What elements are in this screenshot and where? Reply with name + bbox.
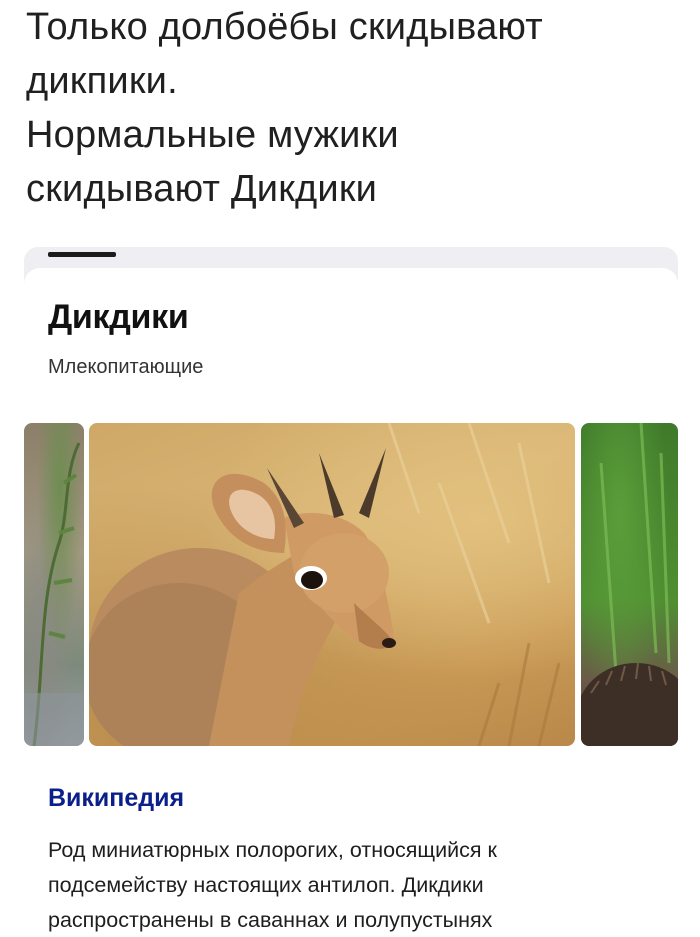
description-line: распространены в саваннах и полупустынях [48,908,493,932]
carousel-image-left[interactable] [24,423,84,746]
carousel-image-right[interactable] [581,423,678,746]
carousel-image-main[interactable] [89,423,575,746]
post-text-line: дикпики. [26,60,178,102]
wikipedia-source-link[interactable]: Википедия [48,784,184,813]
post-text-line: скидывают Дикдики [26,168,378,210]
post-text-line: Нормальные мужики [26,114,399,156]
card-tab-indicator [48,252,116,257]
dikdik-antelope-icon [89,423,561,746]
plant-photo-icon [24,442,84,746]
description-line: подсемейству настоящих антилоп. Дикдики [48,873,484,897]
card-subtitle: Млекопитающие [48,356,204,378]
post-text: Только долбоёбы скидывают дикпики. Норма… [26,0,686,216]
description-line: Род миниатюрных полорогих, относящийся к [48,838,497,862]
post-text-line: Только долбоёбы скидывают [26,6,543,48]
card-description: Род миниатюрных полорогих, относящийся к… [48,833,658,937]
grass-photo-icon [581,423,678,746]
card-title: Дикдики [48,298,189,336]
